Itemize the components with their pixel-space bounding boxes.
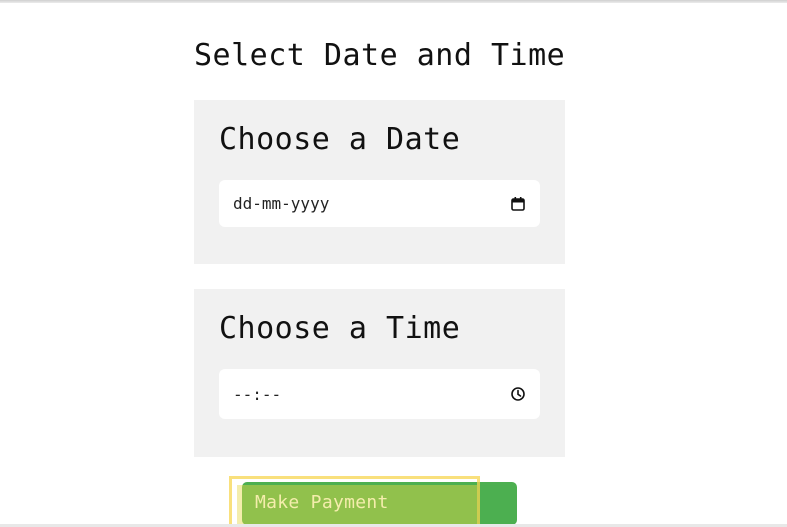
date-heading: Choose a Date [219, 122, 461, 157]
date-panel: Choose a Date dd-mm-yyyy [194, 100, 565, 264]
date-input-placeholder: dd-mm-yyyy [233, 194, 330, 213]
time-input-placeholder: --:-- [233, 384, 282, 404]
calendar-icon[interactable] [510, 196, 526, 212]
time-panel: Choose a Time --:-- [194, 289, 565, 457]
date-input[interactable]: dd-mm-yyyy [219, 180, 540, 227]
time-heading: Choose a Time [219, 311, 461, 346]
page-title: Select Date and Time [194, 38, 566, 73]
time-input[interactable]: --:-- [219, 369, 540, 419]
focus-highlight-outline [229, 476, 480, 527]
top-shadow-divider [0, 0, 787, 3]
clock-icon[interactable] [510, 386, 526, 402]
